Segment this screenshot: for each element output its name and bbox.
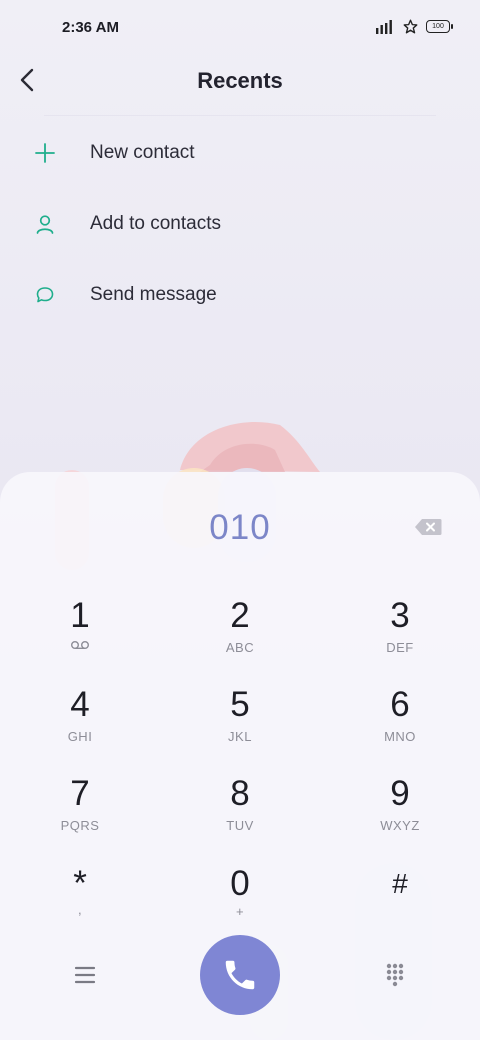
- add-to-contacts-item[interactable]: Add to contacts: [0, 188, 480, 259]
- key-digit: 7: [70, 774, 90, 813]
- signal-icon: [376, 19, 392, 34]
- key-digit: 2: [230, 596, 250, 635]
- key-letters: ABC: [225, 640, 255, 655]
- menu-item-label: New contact: [90, 141, 195, 163]
- page-title: Recents: [197, 68, 283, 93]
- send-message-item[interactable]: Send message: [0, 259, 480, 330]
- key-letters: ,: [77, 902, 83, 917]
- phone-icon: [225, 960, 255, 990]
- plus-icon: [34, 142, 56, 164]
- key-letters: JKL: [228, 729, 252, 744]
- key-1[interactable]: 1: [20, 598, 140, 678]
- battery-icon: 100: [426, 20, 453, 33]
- key-digit: 9: [390, 774, 410, 813]
- dialpad-grid-icon[interactable]: [380, 960, 410, 990]
- key-letters: PQRS: [60, 818, 100, 833]
- key-6[interactable]: 6 MNO: [340, 687, 460, 767]
- key-7[interactable]: 7 PQRS: [20, 776, 140, 856]
- key-star[interactable]: * ,: [20, 866, 140, 946]
- dialed-number: 010: [209, 508, 271, 547]
- key-letters: WXYZ: [380, 818, 420, 833]
- voicemail-icon: [71, 641, 89, 650]
- key-0[interactable]: 0 +: [180, 866, 300, 946]
- status-icons: 100: [375, 19, 453, 34]
- call-button[interactable]: [200, 935, 280, 1015]
- actions-menu: New contact Add to contacts Send message: [0, 117, 480, 330]
- header-divider: [44, 115, 436, 116]
- menu-item-label: Send message: [90, 283, 217, 305]
- key-hash[interactable]: #: [340, 866, 460, 946]
- backspace-icon[interactable]: [414, 518, 442, 536]
- key-4[interactable]: 4 GHI: [20, 687, 140, 767]
- key-letters: DEF: [386, 640, 414, 655]
- key-letters: +: [235, 904, 245, 919]
- status-time: 2:36 AM: [62, 19, 119, 36]
- menu-icon[interactable]: [70, 960, 100, 990]
- key-digit: 5: [230, 685, 250, 724]
- key-letters: GHI: [67, 729, 93, 744]
- key-digit: 1: [70, 596, 90, 635]
- key-digit: *: [73, 864, 87, 903]
- key-9[interactable]: 9 WXYZ: [340, 776, 460, 856]
- key-2[interactable]: 2 ABC: [180, 598, 300, 678]
- key-letters: MNO: [384, 729, 416, 744]
- key-letters: TUV: [226, 818, 254, 833]
- key-digit: 6: [390, 685, 410, 724]
- key-digit: 4: [70, 685, 90, 724]
- new-contact-item[interactable]: New contact: [0, 117, 480, 188]
- key-3[interactable]: 3 DEF: [340, 598, 460, 678]
- key-digit: 3: [390, 596, 410, 635]
- person-icon: [34, 213, 56, 235]
- menu-item-label: Add to contacts: [90, 212, 221, 234]
- star-icon: [403, 19, 418, 34]
- key-digit: 0: [230, 864, 250, 903]
- key-digit: 8: [230, 774, 250, 813]
- key-8[interactable]: 8 TUV: [180, 776, 300, 856]
- key-digit: #: [392, 868, 408, 899]
- status-bar: 2:36 AM 100: [0, 0, 480, 56]
- chat-bubble-icon: [34, 284, 56, 306]
- key-5[interactable]: 5 JKL: [180, 687, 300, 767]
- header: Recents: [0, 56, 480, 112]
